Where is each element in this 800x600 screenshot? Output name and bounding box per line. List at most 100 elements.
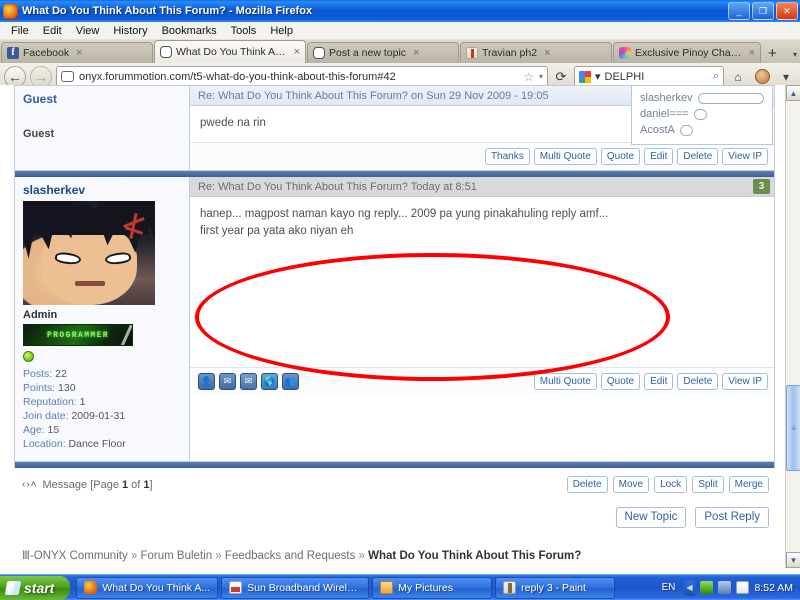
- tray-expand-icon[interactable]: ◀: [683, 579, 696, 596]
- avatar-mouth: [75, 281, 105, 286]
- online-member-name[interactable]: slasherkev: [640, 90, 693, 106]
- quote-button[interactable]: Quote: [600, 373, 641, 390]
- tab-close-icon[interactable]: ×: [294, 46, 300, 58]
- post-reply-button[interactable]: Post Reply: [695, 507, 769, 528]
- menu-file[interactable]: File: [4, 24, 36, 38]
- site-identity-icon: [61, 71, 74, 82]
- minimize-button[interactable]: _: [728, 2, 750, 20]
- taskbar-item-firefox[interactable]: What Do You Think A...: [76, 576, 219, 599]
- delete-button[interactable]: Delete: [677, 373, 719, 390]
- post-subject[interactable]: Re: What Do You Think About This Forum? …: [198, 181, 753, 193]
- menu-bookmarks[interactable]: Bookmarks: [155, 24, 224, 38]
- url-bar[interactable]: onyx.forummotion.com/t5-what-do-you-thin…: [56, 66, 548, 87]
- search-input[interactable]: DELPHI: [605, 71, 645, 83]
- taskbar-item-my-pictures[interactable]: My Pictures: [372, 576, 493, 599]
- tab-close-icon[interactable]: ×: [544, 47, 550, 59]
- sun-tray-icon[interactable]: [736, 581, 750, 594]
- view-ip-button[interactable]: View IP: [722, 373, 768, 390]
- add-buddy-icon[interactable]: 👥: [282, 373, 299, 390]
- tab-what-do-you-think[interactable]: What Do You Think About Thi... ×: [154, 40, 306, 63]
- thanks-button[interactable]: Thanks: [484, 148, 530, 165]
- tab-label: What Do You Think About Thi...: [176, 46, 287, 58]
- online-members-panel: slasherkev daniel=== AcostA: [631, 85, 773, 145]
- multi-quote-button[interactable]: Multi Quote: [533, 373, 597, 390]
- url-text[interactable]: onyx.forummotion.com/t5-what-do-you-thin…: [79, 71, 518, 83]
- facebook-icon: f: [7, 47, 19, 59]
- send-message-icon[interactable]: ✉: [219, 373, 236, 390]
- online-member-name[interactable]: daniel===: [640, 106, 689, 122]
- list-all-tabs-icon[interactable]: ▾: [793, 50, 797, 59]
- new-tab-button[interactable]: +: [762, 46, 783, 63]
- tab-facebook[interactable]: f Facebook ×: [1, 42, 153, 63]
- online-member-row[interactable]: daniel===: [640, 106, 766, 122]
- tab-close-icon[interactable]: ×: [76, 47, 82, 59]
- taskbar-item-sun-broadband[interactable]: Sun Broadband Wireless: [221, 576, 370, 599]
- website-icon[interactable]: 🌎: [261, 373, 278, 390]
- bookmark-caret-icon[interactable]: ▾: [539, 72, 543, 81]
- menu-edit[interactable]: Edit: [36, 24, 69, 38]
- quote-button[interactable]: Quote: [600, 148, 641, 165]
- new-topic-button[interactable]: New Topic: [615, 507, 687, 528]
- page-mid: of: [128, 478, 144, 491]
- online-member-row[interactable]: slasherkev: [640, 90, 766, 106]
- language-indicator[interactable]: EN: [662, 582, 676, 593]
- menu-tools[interactable]: Tools: [224, 24, 264, 38]
- edit-button[interactable]: Edit: [644, 148, 674, 165]
- menu-view[interactable]: View: [69, 24, 107, 38]
- breadcrumb-forum-buletin[interactable]: Forum Buletin: [141, 550, 213, 562]
- search-engine-caret-icon[interactable]: ▾: [595, 70, 601, 83]
- lock-topic-button[interactable]: Lock: [654, 476, 688, 493]
- search-icon[interactable]: ⌕: [713, 70, 719, 83]
- breadcrumb-feedbacks-and-requests[interactable]: Feedbacks and Requests: [225, 550, 355, 562]
- delete-topic-button[interactable]: Delete: [566, 476, 608, 493]
- breadcrumb-root[interactable]: Ⅲ-ONYX Community: [22, 550, 128, 562]
- menu-help[interactable]: Help: [263, 24, 300, 38]
- search-bar[interactable]: ▾ DELPHI ⌕: [574, 66, 724, 87]
- post-number-badge[interactable]: 3: [753, 179, 770, 194]
- shield-icon[interactable]: [700, 581, 714, 594]
- tab-close-icon[interactable]: ×: [749, 47, 755, 59]
- start-button[interactable]: start: [0, 575, 71, 600]
- close-button[interactable]: ✕: [776, 2, 798, 20]
- forum-page: Guest Guest Re: What Do You Think About …: [0, 85, 785, 568]
- restore-button[interactable]: ❐: [752, 2, 774, 20]
- stat-label: Posts:: [23, 368, 53, 380]
- view-ip-button[interactable]: View IP: [722, 148, 768, 165]
- split-topic-button[interactable]: Split: [692, 476, 724, 493]
- scroll-up-button[interactable]: ▲: [786, 85, 800, 101]
- post-footer: 👤 ✉ ✉ 🌎 👥 Multi Quote Quote Edit Delete …: [190, 367, 774, 395]
- tab-exclusive-pinoy-chat[interactable]: Exclusive Pinoy Chat, Mobile, ... ×: [613, 42, 761, 63]
- page-scrollbar[interactable]: ▲ ≡ ▼: [785, 85, 800, 568]
- merge-topic-button[interactable]: Merge: [728, 476, 769, 493]
- author-stat-points: Points: 130: [23, 381, 181, 395]
- reload-button[interactable]: ⟳: [552, 67, 570, 87]
- online-member-row[interactable]: AcostA: [640, 122, 766, 138]
- toolbar-overflow-button[interactable]: ▾: [776, 67, 796, 87]
- taskbar-clock[interactable]: 8:52 AM: [754, 582, 793, 594]
- online-member-name[interactable]: AcostA: [640, 122, 675, 138]
- stat-label: Points:: [23, 382, 56, 394]
- profile-icon[interactable]: 👤: [198, 373, 215, 390]
- multi-quote-button[interactable]: Multi Quote: [533, 148, 597, 165]
- home-button[interactable]: ⌂: [728, 67, 748, 87]
- tab-post-a-new-topic[interactable]: Post a new topic ×: [307, 42, 459, 63]
- taskbar-item-paint[interactable]: reply 3 - Paint: [495, 576, 616, 599]
- post-nav-icons[interactable]: ‹›˄: [22, 479, 38, 490]
- breadcrumb-separator: »: [215, 550, 222, 562]
- monkey-addon-button[interactable]: [752, 67, 772, 87]
- bookmark-star-icon[interactable]: ☆: [523, 70, 534, 84]
- post-author-name[interactable]: slasherkev: [23, 183, 181, 197]
- rank-image-text: PROGRAMMER: [46, 330, 109, 340]
- scrollbar-thumb[interactable]: ≡: [786, 385, 800, 471]
- scroll-down-button[interactable]: ▼: [786, 552, 800, 568]
- delete-button[interactable]: Delete: [677, 148, 719, 165]
- move-topic-button[interactable]: Move: [612, 476, 650, 493]
- network-icon[interactable]: [718, 581, 732, 594]
- minimize-icon: _: [736, 5, 742, 16]
- email-icon[interactable]: ✉: [240, 373, 257, 390]
- tab-close-icon[interactable]: ×: [413, 47, 419, 59]
- edit-button[interactable]: Edit: [644, 373, 674, 390]
- post-author-name[interactable]: Guest: [23, 92, 181, 106]
- tab-travian-ph2[interactable]: Travian ph2 ×: [460, 42, 612, 63]
- menu-history[interactable]: History: [106, 24, 154, 38]
